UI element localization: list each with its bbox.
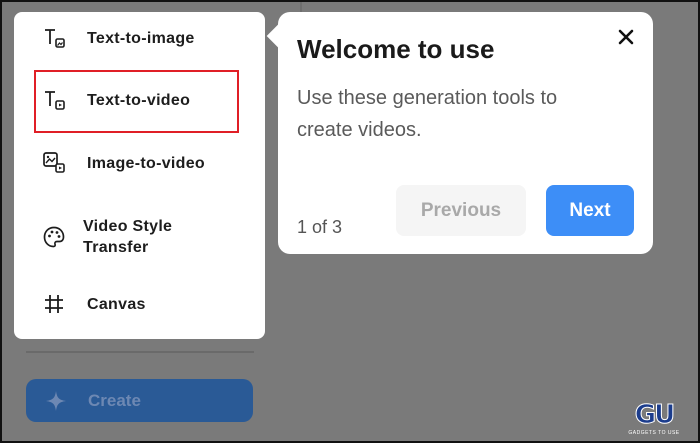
canvas-frame-icon [45, 295, 63, 313]
popover-title: Welcome to use [297, 34, 495, 64]
watermark-mark: GU [634, 400, 675, 430]
welcome-popover: Welcome to use Use these generation tool… [278, 12, 653, 254]
next-button[interactable]: Next [546, 185, 634, 236]
step-counter: 1 of 3 [297, 217, 343, 237]
close-icon[interactable] [615, 26, 637, 48]
menu-item-video-style-transfer[interactable]: Video Style Transfer [42, 216, 193, 258]
menu-item-label: Text-to-image [87, 29, 195, 47]
generation-tools-menu: Text-to-image Text-to-video Image-to-vid… [14, 12, 265, 339]
backdrop-divider [26, 351, 254, 353]
previous-button[interactable]: Previous [396, 185, 526, 236]
menu-item-canvas[interactable]: Canvas [42, 292, 146, 316]
menu-item-label: Canvas [87, 295, 146, 313]
sparkle-icon [46, 390, 66, 411]
menu-item-text-to-video[interactable]: Text-to-video [42, 88, 190, 112]
menu-item-label: Video Style Transfer [83, 218, 173, 256]
menu-item-label: Text-to-video [87, 91, 191, 109]
create-button[interactable]: Create [26, 379, 253, 422]
text-video-icon [45, 91, 65, 110]
watermark-text: GADGETS TO USE [628, 430, 680, 436]
popover-body: Use these generation tools to create vid… [297, 87, 558, 141]
palette-icon [43, 226, 65, 248]
image-video-icon [43, 152, 65, 173]
menu-item-label: Image-to-video [87, 154, 205, 172]
menu-item-image-to-video[interactable]: Image-to-video [42, 151, 205, 175]
create-button-label: Create [88, 390, 141, 410]
watermark-logo: GU GADGETS TO USE [617, 401, 691, 439]
menu-item-text-to-image[interactable]: Text-to-image [42, 26, 195, 50]
text-image-icon [45, 29, 65, 48]
